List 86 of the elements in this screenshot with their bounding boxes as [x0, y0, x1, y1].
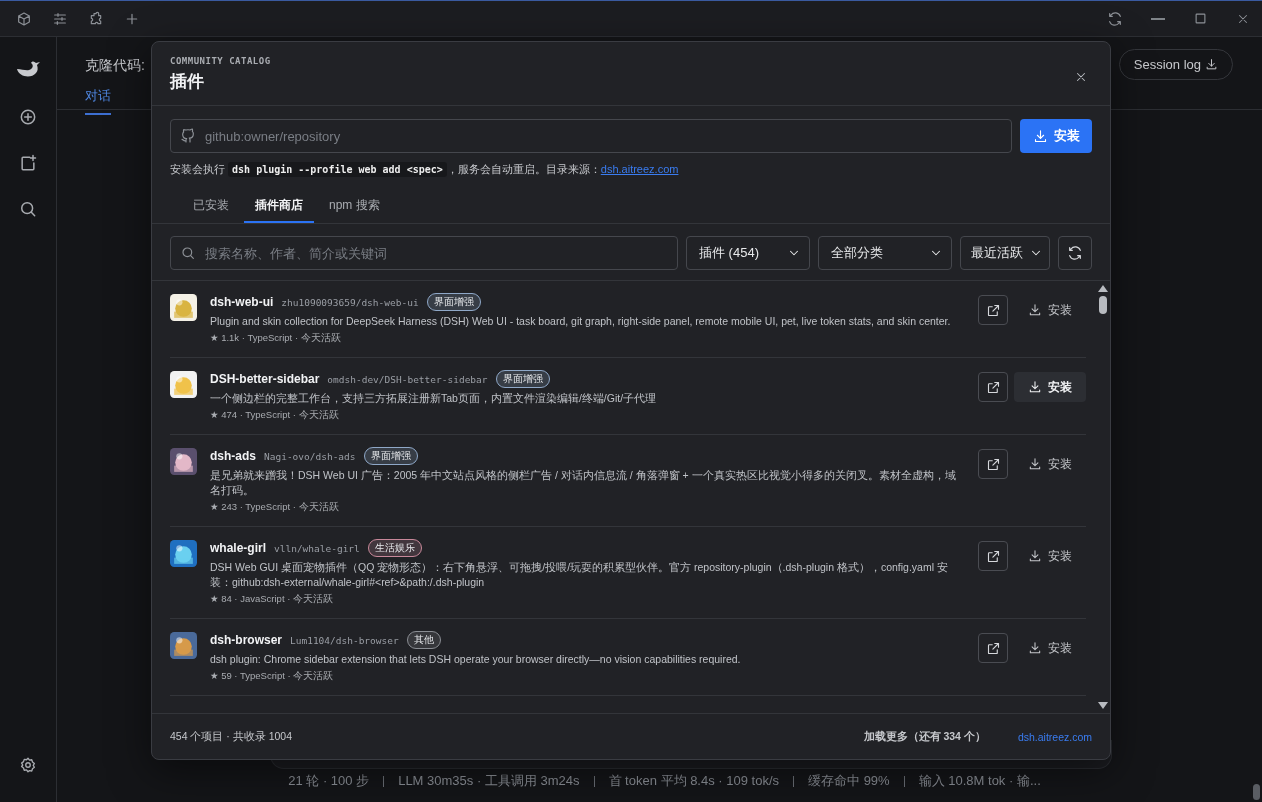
- filter-dropdown[interactable]: 最近活跃: [960, 236, 1050, 270]
- plugin-install-button[interactable]: 安装: [1014, 372, 1086, 402]
- plugin-name: dsh-web-ui: [210, 295, 274, 309]
- external-link-button[interactable]: [978, 449, 1008, 479]
- plugin-description: 是兄弟就来蹭我！DSH Web UI 广告：2005 年中文站点风格的侧栏广告 / 对话内信息流 / 角落弹窗 + 一个真实热区比视觉小得多的关闭叉。素材全虚构，域名打码。: [210, 468, 957, 498]
- minimize-icon: [1151, 17, 1165, 20]
- category-tag: 界面增强: [495, 370, 550, 388]
- plugin-name: dsh-ads: [210, 449, 256, 463]
- sliders-icon: [52, 10, 68, 27]
- category-tag: 生活娱乐: [367, 539, 422, 557]
- plugin-install-button[interactable]: 安装: [1014, 633, 1086, 663]
- refresh-button[interactable]: [1058, 236, 1092, 270]
- page-title: 克隆代码:: [85, 56, 145, 75]
- add-circle-icon: [18, 107, 38, 127]
- plugin-description: 一个侧边栏的完整工作台，支持三方拓展注册新Tab页面，内置文件渲染编辑/终端/Git/子代理: [210, 391, 658, 406]
- repository-input[interactable]: github:owner/repository: [170, 119, 1012, 153]
- filter-dropdown[interactable]: 插件 (454): [686, 236, 810, 270]
- search-icon: [180, 245, 196, 261]
- catalog-link[interactable]: dsh.aitreez.com: [1017, 730, 1092, 743]
- download-icon: [1028, 303, 1042, 317]
- plugin-repo: Lum1104/dsh-browser: [290, 634, 399, 646]
- plugin-meta: ★ 474 · TypeScript · 今天活跃: [210, 409, 340, 422]
- category-tag: 界面增强: [426, 293, 481, 311]
- maximize-icon: [1193, 11, 1208, 26]
- refresh-icon: [1067, 245, 1083, 261]
- load-more-button[interactable]: 加载更多（还有 334 个）: [857, 728, 992, 745]
- external-link-icon: [985, 379, 1001, 395]
- plugin-install-button[interactable]: 安装: [1014, 541, 1086, 571]
- plugin-meta: ★ 243 · TypeScript · 今天活跃: [210, 501, 340, 514]
- plugin-install-button[interactable]: 安装: [1014, 449, 1086, 479]
- settings-icon: [19, 756, 37, 774]
- plugin-meta: ★ 84 · JavaScript · 今天活跃: [210, 593, 334, 606]
- stat-text: 首 token 平均 8.4s · 109 tok/s: [608, 772, 780, 790]
- catalog-link[interactable]: dsh.aitreez.com: [600, 163, 679, 175]
- plugin-meta: ★ 1.1k · TypeScript · 今天活跃: [210, 332, 342, 345]
- plugin-install-button[interactable]: 安装: [1014, 295, 1086, 325]
- search-icon: [18, 199, 38, 219]
- stat-text: 21 轮 · 100 步: [288, 772, 370, 790]
- plugin-repo: omdsh-dev/DSH-better-sidebar: [327, 373, 488, 385]
- puzzle-icon: [88, 10, 104, 27]
- plugin-repo: zhu1090093659/dsh-web-ui: [281, 296, 419, 308]
- filter-dropdown[interactable]: 全部分类: [818, 236, 952, 270]
- item-count: 454 个项目 · 共收录 1004: [170, 729, 293, 744]
- download-icon: [1205, 58, 1218, 71]
- external-link-button[interactable]: [978, 372, 1008, 402]
- external-link-icon: [985, 640, 1001, 656]
- scrollbar-thumb[interactable]: [1253, 784, 1260, 800]
- external-link-button[interactable]: [978, 541, 1008, 571]
- external-link-icon: [985, 302, 1001, 318]
- download-icon: [1028, 457, 1042, 471]
- close-icon: [1074, 70, 1088, 84]
- search-field[interactable]: 搜索名称、作者、简介或关键词: [170, 236, 678, 270]
- cube-icon: [16, 10, 32, 27]
- install-hint: 安装会执行 dsh plugin --profile web add <spec> ，服务会自动重启。目录来源：dsh.aitreez.com: [170, 162, 680, 177]
- plugin-name: whale-girl: [210, 541, 266, 555]
- plugin-name: DSH-better-sidebar: [210, 372, 320, 386]
- plugin-repo: vlln/whale-girl: [274, 542, 360, 554]
- external-link-button[interactable]: [978, 295, 1008, 325]
- download-icon: [1028, 641, 1042, 655]
- dialog-eyebrow: COMMUNITY CATALOG: [170, 56, 271, 66]
- dialog-tab[interactable]: 插件商店: [244, 191, 314, 223]
- category-tag: 其他: [406, 631, 441, 649]
- install-button[interactable]: 安装: [1020, 119, 1092, 153]
- category-tag: 界面增强: [363, 447, 418, 465]
- stat-text: 输入 10.8M tok · 输...: [918, 772, 1041, 790]
- conversation-tab[interactable]: 对话: [85, 79, 111, 115]
- external-link-icon: [985, 548, 1001, 564]
- dialog-title: 插件: [170, 71, 205, 93]
- dialog-tab[interactable]: npm 搜索: [318, 191, 391, 223]
- github-icon: [180, 128, 196, 144]
- plugin-meta: ★ 59 · TypeScript · 今天活跃: [210, 670, 335, 683]
- dialog-tab[interactable]: 已安装: [182, 191, 240, 223]
- plugin-description: dsh plugin: Chrome sidebar extension that lets DSH operate your browser directly—no vision capabilities required.: [210, 652, 742, 667]
- stat-text: 缓存命中 99%: [808, 772, 890, 790]
- download-icon: [1032, 128, 1048, 144]
- external-link-button[interactable]: [978, 633, 1008, 663]
- plugin-description: Plugin and skin collection for DeepSeek Harness (DSH) Web UI - task board, git graph, right-side panel, remote mobile UI, pet, live token stats, and skin center.: [210, 314, 952, 329]
- download-icon: [1028, 380, 1042, 394]
- plugin-repo: Nagi-ovo/dsh-ads: [264, 450, 356, 462]
- download-icon: [1028, 549, 1042, 563]
- external-link-icon: [985, 456, 1001, 472]
- new-window-icon: [18, 153, 38, 173]
- stat-text: LLM 30m35s · 工具调用 3m24s: [398, 772, 580, 790]
- plugin-description: DSH Web GUI 桌面宠物插件（QQ 宠物形态）：右下角悬浮、可拖拽/投喂/玩耍的积累型伙伴。官方 repository-plugin（.dsh-plugin 格式），config.yaml 安装：github:dsh-external/whale-girl#<ref>&path:/.dsh-plugin: [210, 560, 949, 590]
- refresh-icon: [1107, 10, 1123, 27]
- plugin-name: dsh-browser: [210, 633, 282, 647]
